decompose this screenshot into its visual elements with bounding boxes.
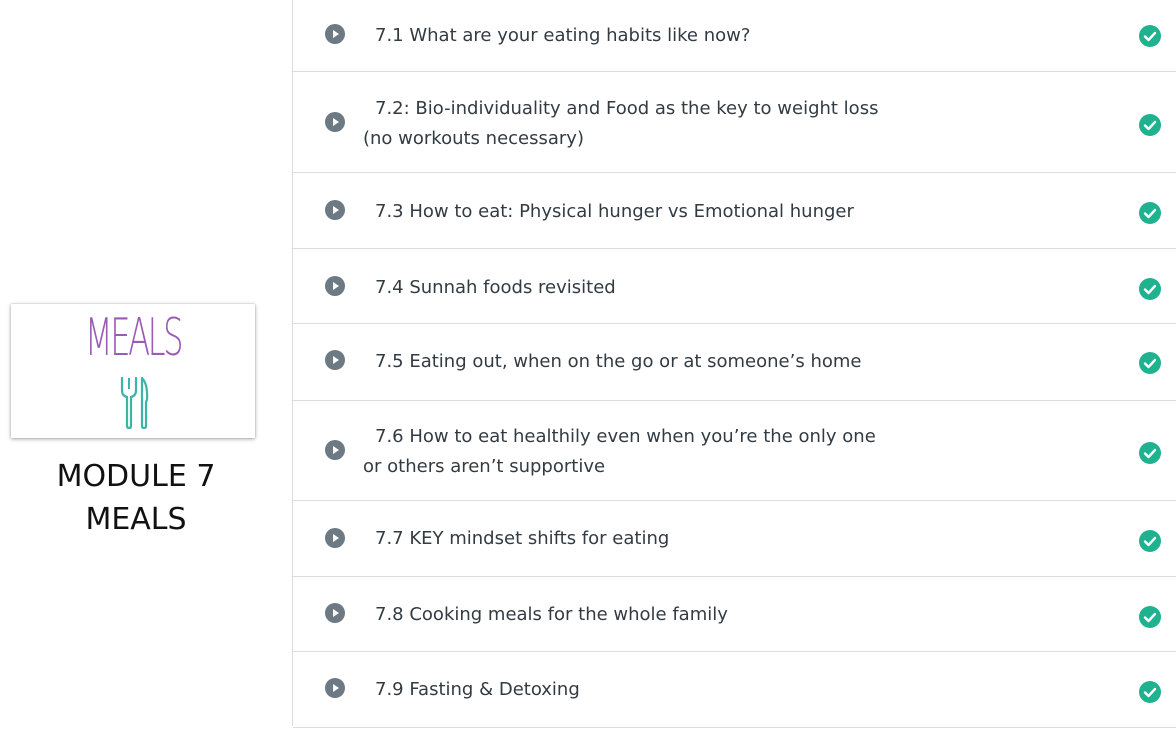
module-caption: MODULE 7 MEALS: [0, 455, 272, 541]
play-icon[interactable]: [325, 603, 345, 623]
play-icon[interactable]: [325, 200, 345, 220]
lesson-row[interactable]: 7.2: Bio-individuality and Food as the k…: [293, 72, 1176, 173]
thumbnail-title: MEALS: [84, 308, 184, 368]
fork-knife-icon: [120, 376, 149, 430]
lesson-title[interactable]: 7.9 Fasting & Detoxing: [363, 675, 903, 705]
play-icon[interactable]: [325, 112, 345, 132]
lesson-list: 7.1 What are your eating habits like now…: [292, 0, 1176, 728]
play-icon[interactable]: [325, 350, 345, 370]
lesson-row[interactable]: 7.9 Fasting & Detoxing: [293, 652, 1176, 728]
lesson-row[interactable]: 7.3 How to eat: Physical hunger vs Emoti…: [293, 173, 1176, 249]
check-circle-icon: [1139, 530, 1161, 552]
course-page: MEALS MODULE 7 MEALS 7.1 What are your e…: [0, 0, 1176, 730]
lesson-title[interactable]: 7.3 How to eat: Physical hunger vs Emoti…: [363, 197, 903, 227]
lesson-title[interactable]: 7.8 Cooking meals for the whole family: [363, 600, 903, 630]
check-circle-icon: [1139, 25, 1161, 47]
check-circle-icon: [1139, 114, 1161, 136]
check-circle-icon: [1139, 352, 1161, 374]
lesson-row[interactable]: 7.5 Eating out, when on the go or at som…: [293, 324, 1176, 401]
lesson-row[interactable]: 7.1 What are your eating habits like now…: [293, 0, 1176, 72]
lesson-row[interactable]: 7.4 Sunnah foods revisited: [293, 249, 1176, 324]
lesson-title[interactable]: 7.6 How to eat healthily even when you’r…: [363, 422, 893, 482]
check-circle-icon: [1139, 442, 1161, 464]
play-icon[interactable]: [325, 678, 345, 698]
play-icon[interactable]: [325, 276, 345, 296]
lesson-title[interactable]: 7.1 What are your eating habits like now…: [363, 21, 903, 51]
lesson-title[interactable]: 7.5 Eating out, when on the go or at som…: [363, 347, 903, 377]
lesson-row[interactable]: 7.8 Cooking meals for the whole family: [293, 577, 1176, 652]
lesson-title[interactable]: 7.2: Bio-individuality and Food as the k…: [363, 94, 903, 154]
module-name: MEALS: [85, 502, 187, 537]
check-circle-icon: [1139, 202, 1161, 224]
check-circle-icon: [1139, 606, 1161, 628]
check-circle-icon: [1139, 681, 1161, 703]
lesson-row[interactable]: 7.6 How to eat healthily even when you’r…: [293, 401, 1176, 501]
lesson-row[interactable]: 7.7 KEY mindset shifts for eating: [293, 501, 1176, 577]
check-circle-icon: [1139, 278, 1161, 300]
module-thumbnail[interactable]: MEALS: [11, 304, 255, 438]
play-icon[interactable]: [325, 528, 345, 548]
module-number: MODULE 7: [56, 459, 216, 494]
play-icon[interactable]: [325, 440, 345, 460]
module-card[interactable]: MEALS MODULE 7 MEALS: [0, 0, 292, 730]
play-icon[interactable]: [325, 24, 345, 44]
lesson-title[interactable]: 7.4 Sunnah foods revisited: [363, 273, 903, 303]
lesson-title[interactable]: 7.7 KEY mindset shifts for eating: [363, 524, 903, 554]
